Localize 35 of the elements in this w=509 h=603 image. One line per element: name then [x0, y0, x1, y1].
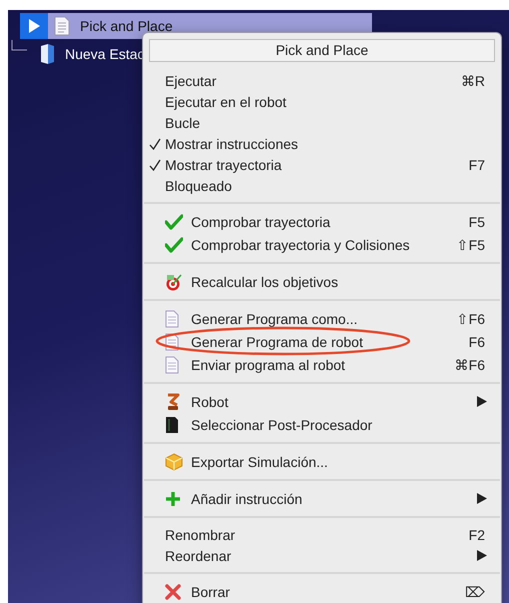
document-icon [165, 310, 179, 328]
expand-toggle[interactable] [20, 13, 48, 39]
menu-item[interactable]: Bloqueado [143, 175, 501, 196]
menu-item[interactable]: Recalcular los objetivos [143, 270, 501, 293]
triangle-icon [28, 19, 40, 33]
package-icon [165, 452, 183, 470]
menu-item[interactable]: Reordenar [143, 545, 501, 566]
menu-item[interactable]: Mostrar instrucciones [143, 133, 501, 154]
menu-item[interactable]: Generar Programa de robot F6 [143, 330, 501, 353]
menu-item[interactable]: Comprobar trayectoria y Colisiones ⇧F5 [143, 233, 501, 256]
menu-item[interactable]: Exportar Simulación... [143, 450, 501, 473]
menu-item[interactable]: Renombrar F2 [143, 524, 501, 545]
menu-item[interactable]: Ejecutar en el robot [143, 91, 501, 112]
checkmark-icon [165, 214, 183, 230]
menu-title: Pick and Place [149, 39, 495, 62]
menu-item[interactable]: Borrar ⌦ [143, 580, 501, 603]
robot-arm-icon [165, 392, 181, 410]
station-icon [39, 43, 55, 65]
menu-item[interactable]: Enviar programa al robot ⌘F6 [143, 353, 501, 376]
menu-item[interactable]: Mostrar trayectoria F7 [143, 154, 501, 175]
menu-item[interactable]: Añadir instrucción [143, 487, 501, 510]
menu-item[interactable]: Bucle [143, 112, 501, 133]
checkmark-icon [165, 236, 183, 252]
document-icon [165, 356, 179, 374]
target-icon [165, 272, 183, 290]
menu-item[interactable]: Robot [143, 390, 501, 413]
plus-icon [165, 490, 181, 506]
menu-item[interactable]: Generar Programa como... ⇧F6 [143, 307, 501, 330]
menu-item[interactable]: Comprobar trayectoria F5 [143, 210, 501, 233]
tree-connector [11, 40, 27, 52]
delete-icon [165, 584, 181, 600]
menu-item[interactable]: Seleccionar Post-Procesador [143, 413, 501, 436]
document-icon [54, 16, 70, 36]
menu-item[interactable]: Ejecutar ⌘R [143, 70, 501, 91]
file-icon [165, 416, 179, 434]
